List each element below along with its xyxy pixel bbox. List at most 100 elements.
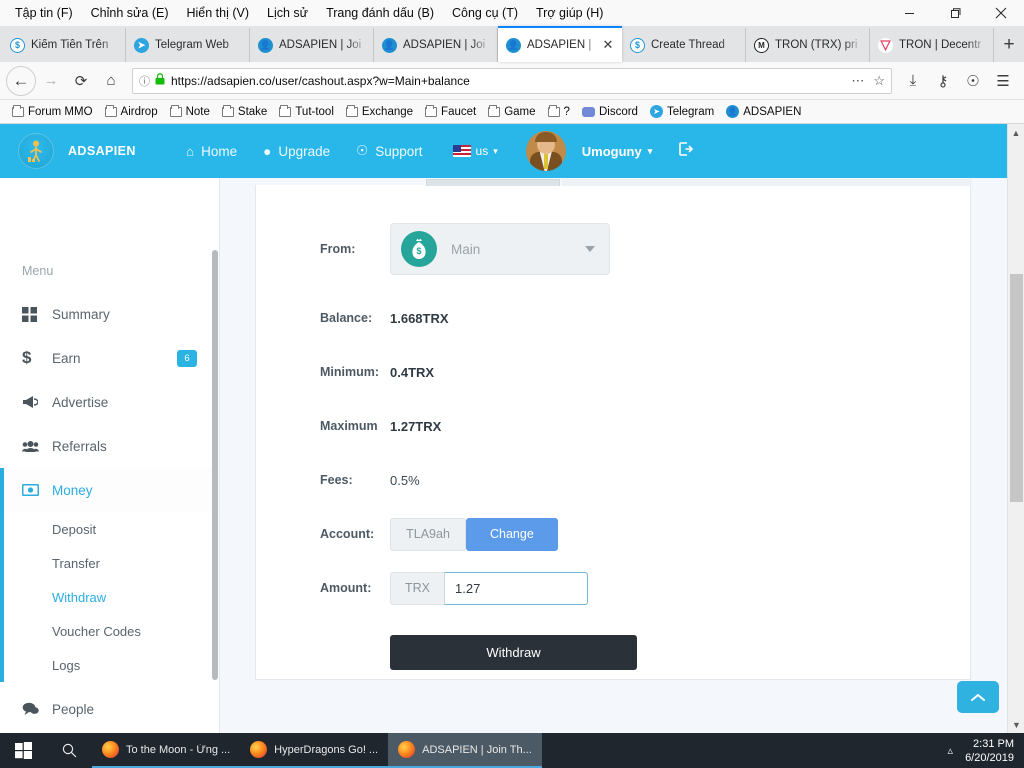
browser-tab-4-active[interactable]: 👤 ADSAPIEN | ✕ xyxy=(498,26,622,62)
browser-tab-3[interactable]: 👤 ADSAPIEN | Joi xyxy=(374,28,498,62)
upgrade-icon: ● xyxy=(263,143,272,159)
page-info-icon[interactable]: ⓘ xyxy=(139,73,150,89)
telegram-icon: ➤ xyxy=(134,37,149,53)
bookmark-label: Game xyxy=(504,105,536,118)
chevron-up-icon[interactable]: ▵ xyxy=(948,744,954,757)
sidebar-subitem-transfer[interactable]: Transfer xyxy=(0,546,219,580)
sidebar-subitem-voucher-codes[interactable]: Voucher Codes xyxy=(0,614,219,648)
menubar-item-tools[interactable]: Công cụ (T) xyxy=(443,3,527,23)
bookmark-faucet[interactable]: Faucet xyxy=(419,104,482,118)
clock[interactable]: 2:31 PM 6/20/2019 xyxy=(965,737,1014,765)
tab-label: TRON | Decentr xyxy=(899,39,982,51)
amount-input[interactable] xyxy=(444,571,588,605)
close-tab-icon[interactable]: ✕ xyxy=(600,37,616,53)
browser-tab-7[interactable]: ▽ TRON | Decentr xyxy=(870,28,994,62)
bookmark-star-icon[interactable]: ☆ xyxy=(873,73,885,89)
menubar-item-edit[interactable]: Chỉnh sửa (E) xyxy=(82,3,178,23)
browser-tab-1[interactable]: ➤ Telegram Web xyxy=(126,28,250,62)
bookmark-tut-tool[interactable]: Tut-tool xyxy=(273,104,340,118)
account-row: Account: TLA9ah Change xyxy=(318,509,970,559)
page-actions-icon[interactable]: ⋯ xyxy=(851,73,865,89)
windows-logo-icon[interactable] xyxy=(0,733,46,768)
menubar-item-view[interactable]: Hiển thị (V) xyxy=(178,3,259,23)
close-icon[interactable] xyxy=(978,0,1024,26)
page-scrollbar[interactable]: ▲ ▼ xyxy=(1007,124,1024,733)
sidebar-item-people[interactable]: People xyxy=(0,687,219,731)
from-select[interactable]: $ Main xyxy=(390,223,610,275)
hamburger-menu-icon[interactable]: ☰ xyxy=(988,66,1018,96)
sidebar-item-referrals[interactable]: Referrals xyxy=(0,424,219,468)
menubar-item-file[interactable]: Tập tin (F) xyxy=(6,3,82,23)
tab-label: Telegram Web xyxy=(155,39,229,51)
search-icon[interactable] xyxy=(46,733,92,768)
tab-label: Create Thread xyxy=(651,39,725,51)
card-tab-stub[interactable] xyxy=(426,179,560,186)
sidebar-subitem-logs[interactable]: Logs xyxy=(0,648,219,682)
sidebar-subitem-withdraw[interactable]: Withdraw xyxy=(0,580,219,614)
bookmark-airdrop[interactable]: Airdrop xyxy=(99,104,164,118)
url-bar[interactable]: ⓘ https://adsapien.co/user/cashout.aspx?… xyxy=(132,67,892,94)
scrollbar-down-arrow-icon[interactable]: ▼ xyxy=(1008,716,1024,733)
account-icon[interactable]: ⚷ xyxy=(928,66,958,96)
bookmark-adsapien[interactable]: 👤 ADSAPIEN xyxy=(720,105,807,118)
browser-tab-0[interactable]: $ Kiếm Tiền Trên xyxy=(2,28,126,62)
us-flag-icon xyxy=(452,145,471,157)
site-brand[interactable]: ADSAPIEN xyxy=(18,133,168,169)
nav-item-home[interactable]: ⌂ Home xyxy=(186,144,237,159)
sidebar-item-summary[interactable]: Summary xyxy=(0,292,219,336)
scrollbar-thumb[interactable] xyxy=(1010,274,1023,502)
nav-label: Home xyxy=(201,143,238,159)
bookmark-forum-mmo[interactable]: Forum MMO xyxy=(6,104,99,118)
taskbar-app-2-active[interactable]: ADSAPIEN | Join Th... xyxy=(388,733,542,768)
sidebar-item-money[interactable]: Money xyxy=(0,468,219,512)
sidebar-item-label: Referrals xyxy=(52,438,107,454)
folder-icon xyxy=(488,104,501,117)
nav-item-upgrade[interactable]: ● Upgrade xyxy=(263,144,330,159)
bookmark-discord[interactable]: Discord xyxy=(576,106,644,118)
download-icon[interactable]: ⤓ xyxy=(898,66,928,96)
user-menu[interactable]: Umoguny ▾ xyxy=(582,144,652,159)
browser-tab-6[interactable]: M TRON (TRX) pri xyxy=(746,28,870,62)
browser-tab-5[interactable]: $ Create Thread xyxy=(622,28,746,62)
sidebar-item-advertise[interactable]: Advertise xyxy=(0,380,219,424)
nav-item-support[interactable]: ☉ Support xyxy=(356,143,422,159)
change-button[interactable]: Change xyxy=(466,517,558,551)
bookmark-question[interactable]: ? xyxy=(542,104,576,118)
language-selector[interactable]: us ▾ xyxy=(452,144,498,158)
forward-arrow-icon[interactable]: → xyxy=(36,66,66,96)
browser-tab-2[interactable]: 👤 ADSAPIEN | Joi xyxy=(250,28,374,62)
restore-icon[interactable] xyxy=(932,0,978,26)
bookmark-label: ? xyxy=(563,105,570,118)
bookmark-game[interactable]: Game xyxy=(482,104,541,118)
bookmark-stake[interactable]: Stake xyxy=(216,104,273,118)
back-arrow-icon[interactable]: ← xyxy=(6,65,36,96)
taskbar-app-1[interactable]: HyperDragons Go! ... xyxy=(240,733,389,768)
sidebar-scrollbar-thumb[interactable] xyxy=(212,250,218,680)
banknote-icon xyxy=(22,484,52,496)
bookmark-exchange[interactable]: Exchange xyxy=(340,104,419,118)
home-icon[interactable]: ⌂ xyxy=(96,66,126,96)
balance-row: Balance: 1.668TRX xyxy=(318,293,970,343)
sidebar-menu-list: Summary $ Earn 6 Advertise Referrals Mon… xyxy=(0,292,219,731)
menubar-item-history[interactable]: Lịch sử xyxy=(258,3,317,23)
firefox-icon xyxy=(398,741,416,758)
reload-icon[interactable]: ⟳ xyxy=(66,66,96,96)
logout-icon[interactable] xyxy=(678,141,694,162)
bookmark-note[interactable]: Note xyxy=(164,104,216,118)
bookmark-telegram[interactable]: ➤ Telegram xyxy=(644,105,720,118)
chevron-down-icon: ▾ xyxy=(493,145,498,156)
scroll-to-top-button[interactable] xyxy=(957,681,999,713)
minimize-icon[interactable] xyxy=(886,0,932,26)
new-tab-button[interactable]: + xyxy=(994,28,1024,62)
sync-icon[interactable]: ☉ xyxy=(958,66,988,96)
scrollbar-up-arrow-icon[interactable]: ▲ xyxy=(1008,124,1024,141)
withdraw-button[interactable]: Withdraw xyxy=(390,635,637,670)
avatar[interactable] xyxy=(525,131,566,171)
menubar-item-bookmarks[interactable]: Trang đánh dấu (B) xyxy=(317,3,443,23)
sidebar-item-earn[interactable]: $ Earn 6 xyxy=(0,336,219,380)
folder-icon xyxy=(12,104,24,117)
sidebar-subitem-deposit[interactable]: Deposit xyxy=(0,512,219,546)
taskbar-app-0[interactable]: To the Moon - Ứng ... xyxy=(92,733,241,768)
taskbar-app-label: To the Moon - Ứng ... xyxy=(126,743,231,756)
menubar-item-help[interactable]: Trợ giúp (H) xyxy=(527,3,612,23)
